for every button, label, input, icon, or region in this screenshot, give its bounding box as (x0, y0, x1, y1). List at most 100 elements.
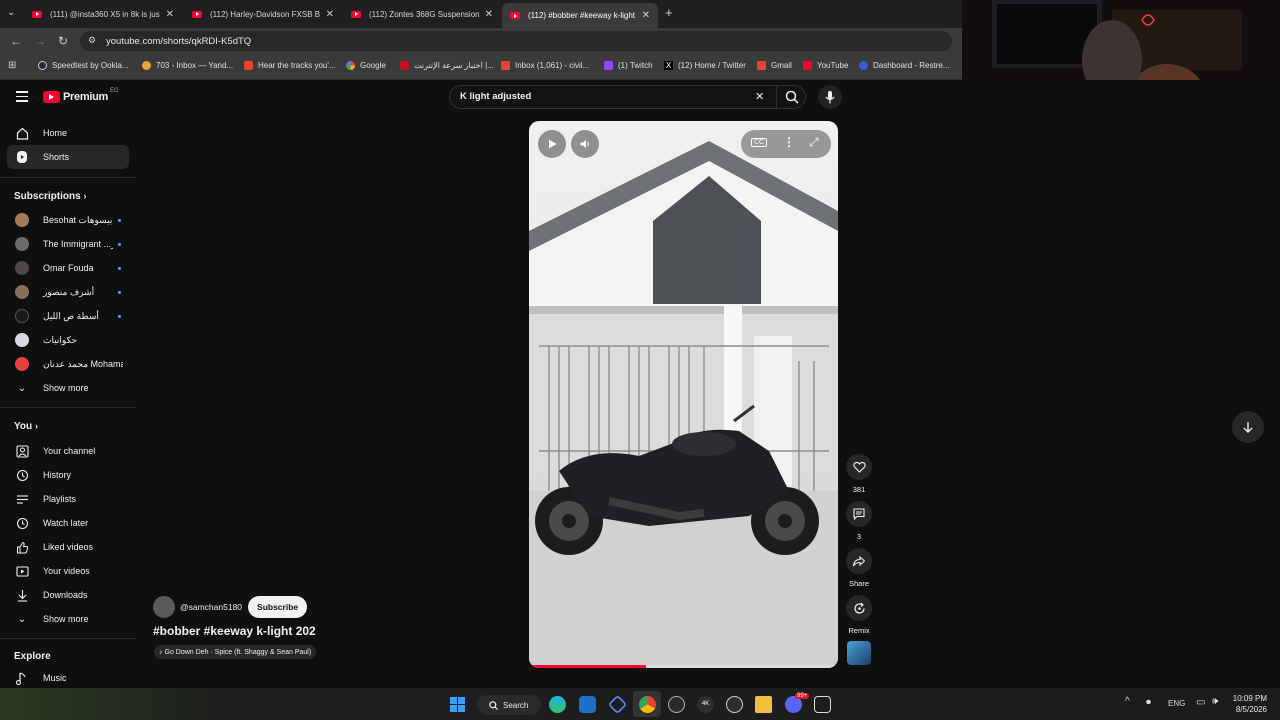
captions-icon[interactable]: CC (751, 138, 768, 147)
short-video-player[interactable]: CC ⋮ ⤢ (529, 121, 838, 668)
clock-date[interactable]: 8/5/2026 (1231, 705, 1267, 714)
remix-button[interactable] (846, 595, 872, 621)
bookmark-label: Dashboard - Restre... (873, 61, 950, 70)
fullscreen-icon[interactable]: ⤢ (809, 135, 819, 150)
music-chip[interactable]: ♪ Go Down Deh · Spice (ft. Shaggy & Sean … (154, 645, 317, 659)
you-show-more[interactable]: ⌄ Show more (7, 607, 129, 631)
play-button[interactable] (538, 130, 566, 158)
sidebar-item-home[interactable]: Home (7, 121, 129, 145)
subscription-item[interactable]: أسطة ص الليل (7, 304, 129, 328)
browser-tab-active[interactable]: (112) #bobber #keeway k-light ✕ (502, 3, 658, 28)
browser-tab[interactable]: (112) Zontes 368G Suspension ✕ (343, 3, 501, 25)
browser-tab[interactable]: (112) Harley-Davidson FXSB Bre ✕ (184, 3, 342, 25)
edge-icon[interactable] (549, 696, 566, 713)
language-indicator[interactable]: ENG (1168, 699, 1185, 708)
sidebar-item-history[interactable]: History (7, 463, 129, 487)
subscription-item[interactable]: Besohat بيسوهات (7, 208, 129, 232)
sidebar-item-music[interactable]: Music (7, 666, 129, 690)
like-button[interactable] (846, 454, 872, 480)
site-info-icon[interactable]: ⚙ (88, 35, 96, 46)
clear-search-icon[interactable]: ✕ (755, 90, 764, 103)
new-tab-icon[interactable]: + (665, 5, 673, 20)
browser-tab[interactable]: (111) @insta360 X5 in 8k is just ✕ (24, 3, 182, 25)
subscription-item[interactable]: Omar Fouda (7, 256, 129, 280)
calendar-app-icon[interactable] (814, 696, 831, 713)
app-diamond-icon[interactable] (607, 694, 628, 715)
share-label: Share (848, 579, 869, 588)
search-input[interactable]: K light adjusted (460, 91, 531, 102)
file-explorer-icon[interactable] (755, 696, 772, 713)
sidebar-item-playlists[interactable]: Playlists (7, 487, 129, 511)
channel-name: أسطة ص الليل (43, 310, 99, 321)
bookmark-twitter[interactable]: X (12) Home / Twitter (664, 61, 746, 70)
bookmark-gmail-inbox[interactable]: Inbox (1,061) - civil... (501, 61, 589, 70)
tab-close-icon[interactable]: ✕ (642, 10, 650, 21)
wordpress-icon[interactable] (726, 696, 743, 713)
bookmark-youtube[interactable]: YouTube (803, 61, 848, 70)
subscription-item[interactable]: The Immigrant ...ـر (7, 232, 129, 256)
subscriptions-heading[interactable]: Subscriptions › (14, 191, 86, 202)
search-button[interactable] (776, 85, 806, 109)
sidebar-item-your-channel[interactable]: Your channel (7, 439, 129, 463)
apps-grid-icon[interactable]: ⊞ (8, 60, 16, 71)
bookmark-google[interactable]: Google (346, 61, 386, 70)
channel-avatar (15, 333, 29, 347)
share-button[interactable] (846, 548, 872, 574)
tab-close-icon[interactable]: ✕ (166, 9, 174, 20)
bookmark-label: (1) Twitch (618, 61, 653, 70)
mute-button[interactable] (571, 130, 599, 158)
sidebar-item-watch-later[interactable]: Watch later (7, 511, 129, 535)
video-frame (529, 141, 838, 668)
windows-start-icon[interactable] (450, 697, 465, 712)
4k-app-icon[interactable]: 4K (697, 696, 714, 713)
sidebar-item-shorts[interactable]: Shorts (7, 145, 129, 169)
channel-name: Besohat بيسوهات (43, 214, 113, 225)
tab-title: (111) @insta360 X5 in 8k is just (50, 9, 160, 19)
x-twitter-icon: X (664, 61, 673, 70)
more-options-icon[interactable]: ⋮ (783, 135, 795, 149)
subscriptions-show-more[interactable]: ⌄ Show more (7, 376, 129, 400)
bookmark-speedtest[interactable]: Speedtest by Ookla... (38, 61, 129, 70)
bookmark-yandex-inbox[interactable]: 703 - Inbox — Yand... (142, 61, 233, 70)
sidebar-item-liked-videos[interactable]: Liked videos (7, 535, 129, 559)
bookmark-restream[interactable]: Dashboard - Restre... (859, 61, 949, 70)
url-field[interactable]: ⚙ youtube.com/shorts/qkRDI-K5dTQ (80, 31, 952, 51)
app-circle-icon[interactable] (668, 696, 685, 713)
subscription-item[interactable]: محمد عدنان Mohamad... (7, 352, 129, 376)
channel-handle[interactable]: @samchan5180 (180, 602, 242, 612)
tab-close-icon[interactable]: ✕ (326, 9, 334, 20)
bookmark-gmail[interactable]: Gmail (757, 61, 792, 70)
sidebar-item-your-videos[interactable]: Your videos (7, 559, 129, 583)
progress-track[interactable] (529, 665, 838, 668)
search-box[interactable]: K light adjusted ✕ (449, 85, 806, 109)
bookmark-tracks[interactable]: Hear the tracks you'... (244, 61, 336, 70)
volume-icon[interactable]: 🕪 (1212, 696, 1218, 707)
sidebar-item-downloads[interactable]: Downloads (7, 583, 129, 607)
bookmark-twitch[interactable]: (1) Twitch (604, 61, 653, 70)
forward-arrow-icon[interactable]: → (34, 34, 46, 48)
display-icon[interactable]: ▭ (1196, 697, 1205, 708)
bookmark-label: (12) Home / Twitter (678, 61, 746, 70)
share-icon (853, 555, 865, 566)
outlook-icon[interactable] (579, 696, 596, 713)
bookmark-speed-ar[interactable]: اختبار سرعة الإنترنت |... (400, 61, 494, 70)
channel-avatar[interactable] (153, 596, 175, 618)
clock-time[interactable]: 10:09 PM (1231, 694, 1267, 703)
reload-icon[interactable]: ↻ (58, 34, 68, 48)
taskbar-search[interactable]: Search (477, 695, 541, 715)
subscription-item[interactable]: حکوانیات (7, 328, 129, 352)
tray-chevron-up-icon[interactable]: ^ (1125, 696, 1130, 707)
subscribe-button[interactable]: Subscribe (248, 596, 308, 618)
subscription-item[interactable]: أشرف منصور (7, 280, 129, 304)
short-title[interactable]: #bobber #keeway k-light 202 (153, 624, 316, 638)
you-heading[interactable]: You › (14, 421, 38, 432)
tab-close-icon[interactable]: ✕ (485, 9, 493, 20)
back-arrow-icon[interactable]: ← (10, 34, 22, 48)
chrome-icon[interactable] (639, 696, 656, 713)
voice-search-button[interactable] (818, 85, 842, 109)
microphone-tray-icon[interactable]: ⏺ (1146, 697, 1151, 708)
tab-search-icon[interactable]: ⌄ (7, 7, 15, 18)
comments-button[interactable] (846, 501, 872, 527)
sound-thumbnail[interactable] (847, 641, 871, 665)
next-short-button[interactable] (1232, 411, 1264, 443)
